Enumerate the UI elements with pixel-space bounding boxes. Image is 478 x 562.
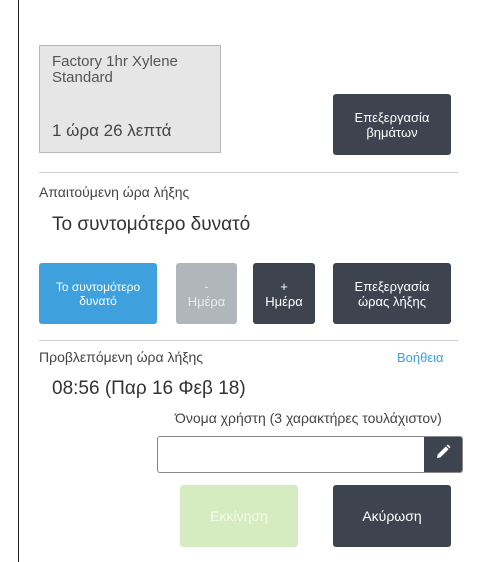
cancel-button[interactable]: Ακύρωση — [333, 485, 451, 547]
asap-label-line2: δυνατό — [79, 293, 117, 308]
edit-steps-button[interactable]: Επεξεργασία βημάτων — [333, 94, 451, 155]
protocol-card[interactable]: Factory 1hr Xylene Standard 1 ώρα 26 λεπ… — [39, 45, 221, 153]
predicted-end-value: 08:56 (Παρ 16 Φεβ 18) — [52, 378, 246, 399]
edit-steps-label-line2: βημάτων — [366, 124, 418, 140]
divider — [39, 340, 458, 341]
user-name-input[interactable] — [164, 437, 420, 472]
help-link[interactable]: Βοήθεια — [397, 350, 444, 365]
minus-icon: - — [204, 278, 209, 294]
required-end-value: Το συντομότερο δυνατό — [52, 214, 251, 235]
pencil-icon — [434, 443, 452, 466]
plus-day-label: Ημέρα — [265, 293, 303, 309]
edit-steps-label-line1: Επεξεργασία — [354, 109, 430, 125]
asap-label-line1: Το συντομότερο — [55, 279, 141, 294]
user-name-field[interactable] — [157, 436, 463, 473]
predicted-end-label: Προβλεπόμενη ώρα λήξης — [39, 349, 204, 365]
protocol-duration: 1 ώρα 26 λεπτά — [52, 121, 172, 140]
plus-icon: + — [280, 278, 288, 294]
minus-day-label: Ημέρα — [187, 293, 226, 309]
divider — [39, 172, 458, 173]
edit-end-time-button[interactable]: Επεξεργασία ώρας λήξης — [333, 263, 451, 324]
protocol-name: Factory 1hr Xylene Standard — [52, 53, 178, 86]
plus-day-button[interactable]: + Ημέρα — [253, 263, 315, 324]
minus-day-button[interactable]: - Ημέρα — [176, 263, 237, 324]
frame-border — [18, 0, 19, 562]
edit-end-label-line1: Επεξεργασία — [354, 278, 430, 294]
required-end-label: Απαιτούμενη ώρα λήξης — [39, 184, 190, 200]
user-name-label: Όνομα χρήστη (3 χαρακτήρες τουλάχιστον) — [175, 410, 442, 426]
edit-end-label-line2: ώρας λήξης — [358, 293, 426, 309]
asap-button[interactable]: Το συντομότερο δυνατό — [39, 263, 157, 324]
edit-user-button[interactable] — [424, 437, 462, 472]
start-button[interactable]: Εκκίνηση — [180, 485, 298, 547]
